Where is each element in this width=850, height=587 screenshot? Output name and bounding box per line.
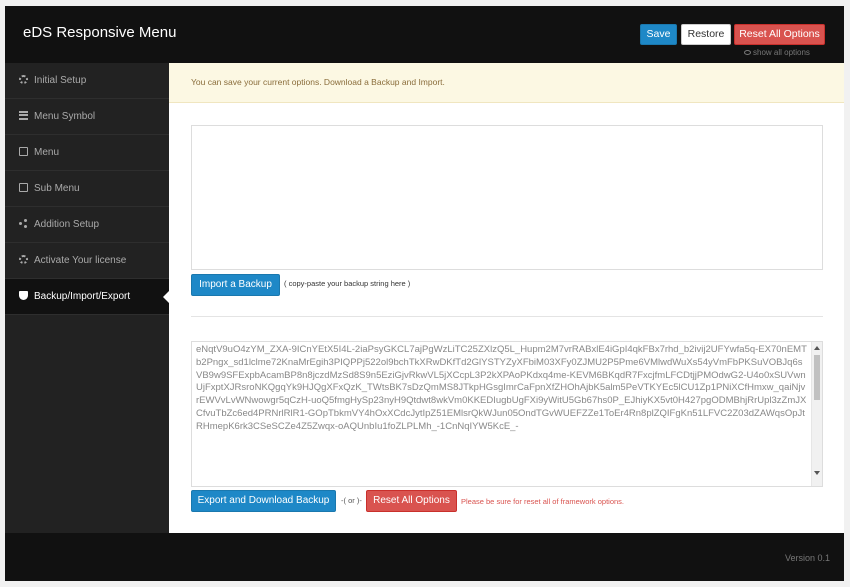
sidebar: Initial Setup Menu Symbol Menu Sub Menu … xyxy=(5,63,169,533)
import-hint: ( copy-paste your backup string here ) xyxy=(284,279,411,288)
sidebar-item-label: Menu xyxy=(34,147,60,158)
eye-icon xyxy=(744,50,751,55)
or-separator: -( or )- xyxy=(341,496,362,505)
sidebar-item-label: Sub Menu xyxy=(34,183,80,194)
app-frame: eDS Responsive Menu Save Restore Reset A… xyxy=(5,6,844,581)
shield-icon xyxy=(19,291,28,300)
sidebar-item-label: Activate Your license xyxy=(34,255,127,266)
show-all-options-label: show all options xyxy=(753,48,810,57)
sidebar-item-label: Menu Symbol xyxy=(34,111,96,122)
sidebar-item-sub-menu[interactable]: Sub Menu xyxy=(5,171,169,207)
reset-all-options-button-secondary[interactable]: Reset All Options xyxy=(366,490,457,512)
sidebar-item-addition-setup[interactable]: Addition Setup xyxy=(5,207,169,243)
cogs-icon xyxy=(19,255,28,264)
scroll-down-icon[interactable] xyxy=(814,471,820,475)
reset-all-options-button[interactable]: Reset All Options xyxy=(734,24,825,45)
show-all-options-link[interactable]: show all options xyxy=(744,48,810,57)
sidebar-item-activate-license[interactable]: Activate Your license xyxy=(5,243,169,279)
footer: Version 0.1 xyxy=(5,533,844,581)
reset-warning: Please be sure for reset all of framewor… xyxy=(461,497,624,506)
info-notice: You can save your current options. Downl… xyxy=(169,63,844,103)
mobile-icon xyxy=(19,147,28,156)
version-label: Version 0.1 xyxy=(784,553,830,563)
restore-button[interactable]: Restore xyxy=(681,24,731,45)
top-header: eDS Responsive Menu Save Restore Reset A… xyxy=(5,6,844,63)
share-icon xyxy=(19,219,28,228)
scroll-up-icon[interactable] xyxy=(814,346,820,350)
sidebar-item-backup-import-export[interactable]: Backup/Import/Export xyxy=(5,279,169,315)
save-button[interactable]: Save xyxy=(640,24,677,45)
export-download-backup-button[interactable]: Export and Download Backup xyxy=(191,490,336,512)
scroll-thumb[interactable] xyxy=(814,355,820,400)
import-backup-textarea[interactable] xyxy=(191,125,823,270)
bars-icon xyxy=(19,111,28,120)
app-title: eDS Responsive Menu xyxy=(23,24,177,41)
sidebar-item-label: Initial Setup xyxy=(34,75,87,86)
export-scrollbar[interactable] xyxy=(811,342,822,486)
sidebar-item-label: Addition Setup xyxy=(34,219,100,230)
sidebar-item-menu-symbol[interactable]: Menu Symbol xyxy=(5,99,169,135)
export-backup-textarea[interactable]: eNqtV9uO4zYM_ZXA-9ICnYEtX5I4L-2iaPsyGKCL… xyxy=(191,341,823,487)
sidebar-item-initial-setup[interactable]: Initial Setup xyxy=(5,63,169,99)
export-backup-string: eNqtV9uO4zYM_ZXA-9ICnYEtX5I4L-2iaPsyGKCL… xyxy=(196,344,807,432)
mobile-icon xyxy=(19,183,28,192)
sidebar-item-label: Backup/Import/Export xyxy=(34,291,131,302)
section-divider xyxy=(191,316,823,317)
import-backup-button[interactable]: Import a Backup xyxy=(191,274,280,296)
gear-icon xyxy=(19,75,28,84)
sidebar-item-menu[interactable]: Menu xyxy=(5,135,169,171)
